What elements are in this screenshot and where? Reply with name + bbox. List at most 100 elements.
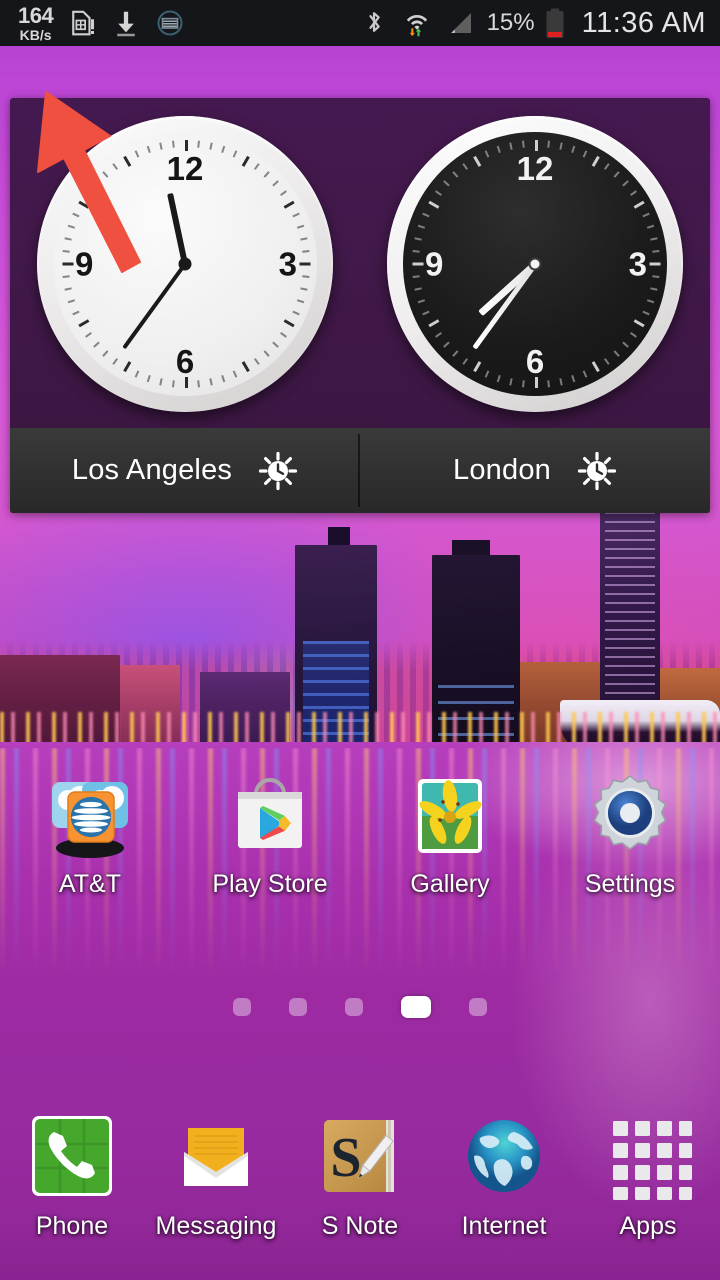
clock-tick [221,145,226,154]
clock-tick [209,378,213,386]
play-store-icon[interactable] [222,768,318,864]
page-dot-1[interactable] [233,998,251,1016]
clock-tick [302,275,310,278]
clock-tick [582,150,588,158]
clock-tick [571,374,576,383]
clock-city-bar: Los Angeles London [10,428,710,513]
app-label-gallery: Gallery [410,870,490,898]
clock-tick [509,142,513,150]
city-label-los-angeles: Los Angeles [71,454,233,486]
dock-item-internet[interactable]: Internet [432,1100,576,1280]
page-dot-4-active[interactable] [401,996,431,1018]
clock-tick [484,150,490,158]
clock-tick [134,370,140,378]
clock-tick [522,140,525,148]
clock-tick [241,155,250,167]
daylight-saving-icon[interactable] [258,451,298,491]
status-bar-clock: 11:36 AM [581,6,706,39]
city-cell-london[interactable]: London [360,428,710,513]
internet-globe-icon[interactable] [456,1108,552,1204]
apps-grid-icon[interactable] [600,1108,696,1204]
gallery-icon[interactable] [402,768,498,864]
clock-dial: 12 3 6 9 [53,132,317,396]
download-icon [111,8,141,38]
clock-dial: 12 3 6 9 [403,132,667,396]
app-item-play-store[interactable]: Play Store [180,768,360,918]
dual-clock-widget[interactable]: 12 3 6 9 12 3 6 9 Los Angeles London [10,98,710,513]
clock-tick [209,142,213,150]
clock-tick [78,319,90,328]
clock-tick [642,310,650,316]
app-item-gallery[interactable]: Gallery [360,768,540,918]
dock-item-apps[interactable]: Apps [576,1100,720,1280]
clock-tick [591,361,600,373]
att-folder-icon[interactable] [42,768,138,864]
clock-tick [417,299,426,304]
page-dot-2[interactable] [289,998,307,1016]
network-speed-indicator: 164 KB/s [18,4,54,42]
clock-numeral-3: 3 [278,245,297,283]
clock-tick [630,190,637,197]
analog-clock-face-light: 12 3 6 9 [37,116,333,412]
clock-tick [646,224,655,229]
clock-tick [412,250,420,253]
clock-tick [280,190,287,197]
clock-tick [241,361,250,373]
dock-item-phone[interactable]: Phone [0,1100,144,1280]
clock-tick [652,275,660,278]
clock-tick [630,331,637,338]
clock-numeral-6: 6 [525,343,545,380]
phone-icon[interactable] [24,1108,120,1204]
clock-numeral-12: 12 [516,150,554,187]
clock-tick [559,142,563,150]
clock-tick [172,140,175,148]
clock-tick [603,358,610,365]
wifi-transfer-icon [399,8,435,38]
clock-tick [591,155,600,167]
page-dot-5[interactable] [469,998,487,1016]
dock-label-s-note: S Note [321,1212,399,1240]
clock-los-angeles[interactable]: 12 3 6 9 [10,98,360,428]
clock-numeral-3: 3 [628,245,647,283]
clock-tick [496,374,501,383]
clock-tick [93,180,100,187]
s-note-icon[interactable]: S [312,1108,408,1204]
clock-tick [232,150,238,158]
clock-tick [452,350,459,357]
clock-tick [417,224,426,229]
clock-tick [428,200,440,209]
clock-tick [473,361,482,373]
app-item-settings[interactable]: Settings [540,768,720,918]
clock-london[interactable]: 12 3 6 9 [360,98,710,428]
clock-tick [622,341,629,348]
app-item-att[interactable]: AT&T [0,768,180,918]
clock-tick [232,370,238,378]
clock-numeral-6: 6 [175,343,195,380]
clock-tick [633,319,645,328]
clock-tick [642,212,650,218]
settings-gear-icon[interactable] [582,768,678,864]
page-dot-3[interactable] [345,998,363,1016]
city-cell-los-angeles[interactable]: Los Angeles [10,428,360,513]
clock-tick [412,275,420,278]
clock-tick [292,310,300,316]
clock-tick [649,262,661,266]
clock-tick [134,150,140,158]
clock-center-pin [178,257,192,271]
clock-tick [582,370,588,378]
clock-tick [146,145,151,154]
clock-numeral-9: 9 [75,245,94,283]
daylight-saving-icon[interactable] [577,451,617,491]
bluetooth-icon [360,8,390,38]
clock-tick [283,200,295,209]
page-indicator [0,996,720,1018]
clock-tick [64,237,72,241]
dock-item-s-note[interactable]: S S Note [288,1100,432,1280]
messaging-envelope-icon[interactable] [168,1108,264,1204]
status-bar[interactable]: 164 KB/s 15% 11:36 AM [0,0,720,46]
clock-tick [62,275,70,278]
dock-item-messaging[interactable]: Messaging [144,1100,288,1280]
dock-label-phone: Phone [35,1212,109,1240]
signal-bars-icon [444,8,478,38]
clock-tick [78,200,90,209]
